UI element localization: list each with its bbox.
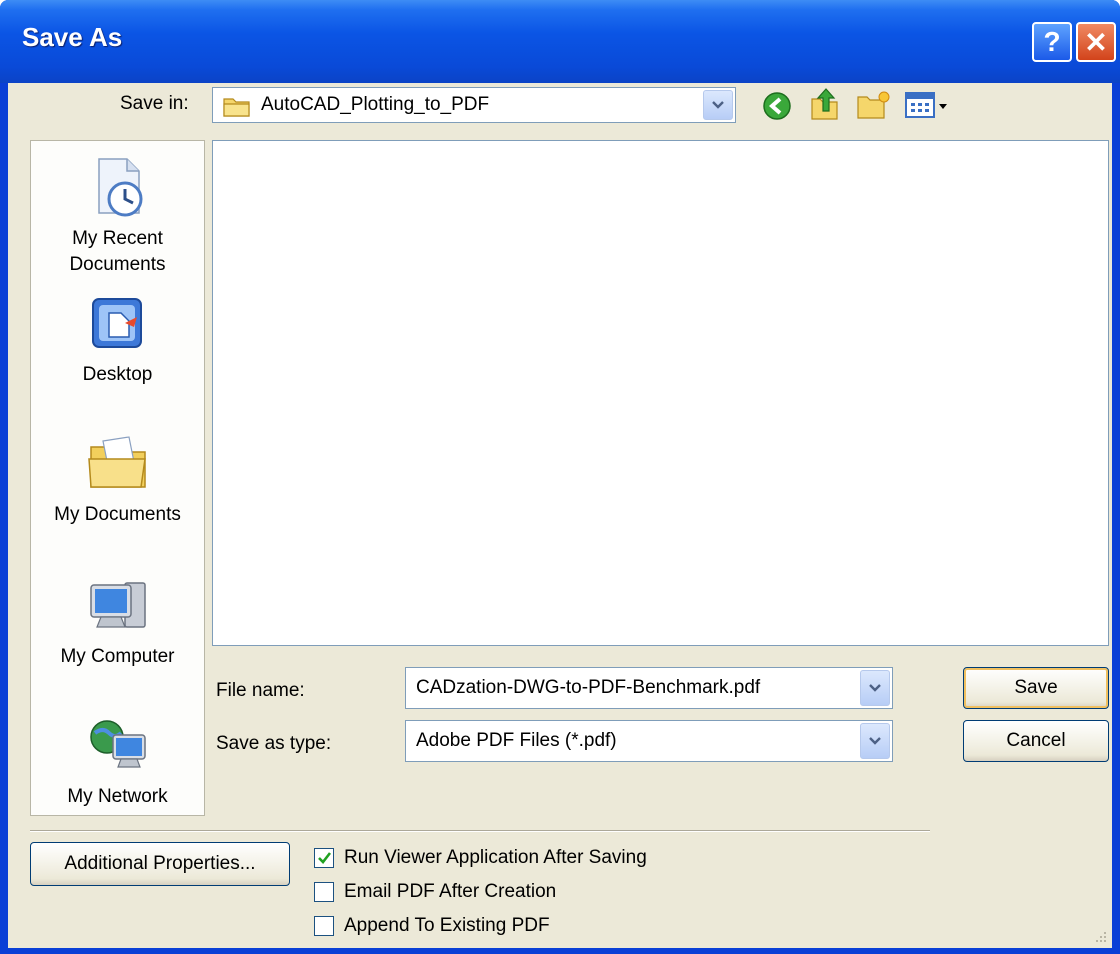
email-pdf-checkbox[interactable] [314, 882, 334, 902]
save-as-type-combobox[interactable]: Adobe PDF Files (*.pdf) [405, 720, 893, 762]
run-viewer-checkbox[interactable] [314, 848, 334, 868]
views-menu-icon[interactable] [904, 89, 950, 123]
save-button[interactable]: Save [963, 667, 1109, 709]
save-in-value: AutoCAD_Plotting_to_PDF [261, 94, 490, 115]
save-in-label: Save in: [120, 93, 189, 114]
dialog-title: Save As [22, 22, 123, 52]
place-label: My Recent [72, 228, 163, 249]
save-as-type-value: Adobe PDF Files (*.pdf) [416, 730, 617, 751]
chevron-down-icon [712, 101, 724, 109]
my-network-icon [89, 720, 146, 768]
chevron-down-icon [869, 684, 881, 692]
run-viewer-label: Run Viewer Application After Saving [344, 847, 647, 868]
new-folder-icon[interactable] [856, 89, 892, 123]
place-my-computer[interactable]: My Computer [31, 573, 204, 670]
save-as-dialog: Save As ? ✕ Save in: AutoCAD_Plotting_to… [0, 0, 1120, 954]
append-pdf-checkbox[interactable] [314, 916, 334, 936]
cancel-button[interactable]: Cancel [963, 720, 1109, 762]
file-name-label: File name: [216, 680, 305, 701]
save-as-type-label: Save as type: [216, 733, 332, 754]
help-button[interactable]: ? [1032, 22, 1072, 62]
place-my-network[interactable]: My Network [31, 713, 204, 810]
save-in-combobox[interactable]: AutoCAD_Plotting_to_PDF [212, 87, 736, 123]
chevron-down-icon [869, 737, 881, 745]
place-label: Desktop [82, 364, 153, 385]
save-in-dropdown-button[interactable] [703, 90, 733, 120]
up-folder-icon[interactable] [808, 85, 842, 123]
recent-documents-icon [97, 158, 142, 217]
place-label: My Documents [54, 504, 181, 525]
email-pdf-label: Email PDF After Creation [344, 881, 557, 902]
checkmark-icon [318, 852, 332, 864]
back-icon[interactable] [760, 89, 794, 123]
additional-properties-button[interactable]: Additional Properties... [30, 842, 290, 886]
append-pdf-label: Append To Existing PDF [344, 915, 550, 936]
save-as-type-dropdown-button[interactable] [860, 723, 890, 759]
place-label: My Computer [60, 646, 175, 667]
file-list-view[interactable] [212, 140, 1109, 646]
places-bar: My Recent Documents Desktop My Documents… [30, 140, 205, 816]
title-bar[interactable]: Save As ? ✕ [0, 0, 1120, 83]
place-my-recent-documents[interactable]: My Recent Documents [31, 155, 204, 278]
desktop-icon [91, 298, 142, 348]
dialog-body: Save in: AutoCAD_Plotting_to_PDF My Rece… [8, 83, 1112, 948]
file-name-dropdown-button[interactable] [860, 670, 890, 706]
folder-icon [223, 98, 250, 117]
place-label: My Network [67, 786, 168, 807]
place-label: Documents [69, 254, 166, 275]
my-documents-icon [87, 436, 146, 488]
place-my-documents[interactable]: My Documents [31, 431, 204, 528]
file-name-combobox[interactable]: CADzation-DWG-to-PDF-Benchmark.pdf [405, 667, 893, 709]
resize-grip-icon[interactable] [1092, 928, 1108, 944]
my-computer-icon [89, 582, 146, 628]
file-name-value: CADzation-DWG-to-PDF-Benchmark.pdf [416, 677, 761, 698]
place-desktop[interactable]: Desktop [31, 291, 204, 388]
separator [30, 830, 930, 832]
close-button[interactable]: ✕ [1076, 22, 1116, 62]
